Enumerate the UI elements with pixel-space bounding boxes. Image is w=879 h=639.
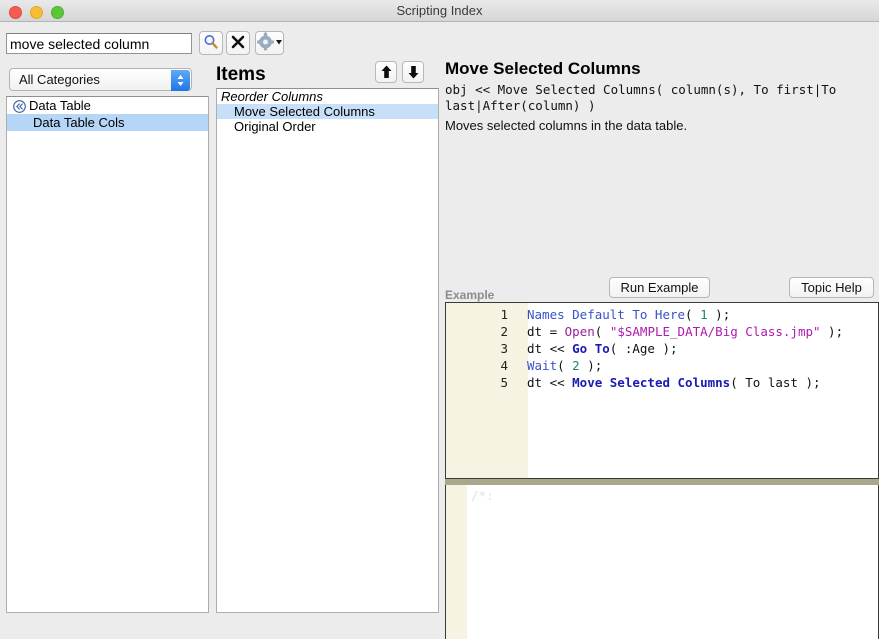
code-token: ); [579, 358, 603, 373]
code-line: 5 dt << Move Selected Columns( To last ); [446, 374, 878, 391]
run-example-button[interactable]: Run Example [609, 277, 710, 298]
search-button[interactable] [199, 31, 223, 55]
code-token: Open [564, 324, 595, 339]
category-tree-panel[interactable]: Data Table Data Table Cols [6, 96, 209, 613]
clear-search-button[interactable] [226, 31, 250, 55]
list-item-label: Reorder Columns [221, 89, 323, 104]
code-line-number: 5 [500, 375, 508, 390]
chevron-updown-icon[interactable] [171, 70, 190, 91]
code-token: Move Selected Columns [572, 375, 731, 390]
category-dropdown[interactable]: All Categories [9, 68, 192, 91]
arrow-down-icon [408, 66, 418, 79]
list-item[interactable]: Move Selected Columns [217, 104, 438, 119]
code-line: 3 dt << Go To( :Age ); [446, 340, 878, 357]
code-token: ( [557, 358, 573, 373]
gear-icon [257, 32, 282, 51]
log-gutter [446, 485, 467, 639]
topic-help-button[interactable]: Topic Help [789, 277, 874, 298]
list-item-label: Move Selected Columns [234, 104, 375, 119]
scripting-index-window: Scripting Index move selected column All… [0, 0, 879, 639]
x-icon [231, 35, 245, 49]
code-token: ); [820, 324, 844, 339]
detail-title: Move Selected Columns [445, 59, 641, 78]
code-token: ); [707, 307, 731, 322]
arrow-up-icon [381, 65, 391, 78]
tree-item-label: Data Table Cols [33, 115, 125, 130]
search-input[interactable] [6, 33, 192, 54]
code-lines: 1 Names Default To Here( 1 ); 2 dt = Open( … [446, 306, 878, 391]
items-panel-title: Items [216, 64, 266, 85]
move-down-button[interactable] [402, 61, 424, 83]
list-item-group[interactable]: Reorder Columns [217, 89, 438, 104]
detail-panel: Move Selected Columns obj << Move Select… [440, 22, 879, 639]
chevron-updown-glyph [177, 75, 184, 86]
code-token: dt = [527, 324, 565, 339]
code-token: ( [685, 307, 701, 322]
move-up-button[interactable] [375, 61, 397, 83]
code-token: dt << [527, 375, 573, 390]
tree-item-data-table[interactable]: Data Table [7, 97, 208, 114]
list-item-label: Original Order [234, 119, 316, 134]
code-token: 2 [572, 358, 580, 373]
code-token: ( :Age ); [609, 341, 678, 356]
code-line-number: 1 [500, 307, 508, 322]
code-token: dt << [527, 341, 573, 356]
code-token: Names Default To Here [527, 307, 686, 322]
detail-description: Moves selected columns in the data table… [445, 118, 688, 133]
items-list-panel[interactable]: Reorder Columns Move Selected Columns Or… [216, 88, 439, 613]
code-line-number: 3 [500, 341, 508, 356]
code-token: ( To last ); [730, 375, 821, 390]
window-title: Scripting Index [396, 3, 483, 18]
list-item[interactable]: Original Order [217, 119, 438, 134]
category-dropdown-value: All Categories [19, 72, 100, 87]
log-output-panel[interactable]: /*: [445, 485, 879, 639]
detail-signature: obj << Move Selected Columns( column(s),… [445, 82, 844, 113]
code-token: "$SAMPLE_DATA/Big Class.jmp" [609, 324, 821, 339]
code-line: 4 Wait( 2 ); [446, 357, 878, 374]
code-token: ( [594, 324, 610, 339]
code-line: 1 Names Default To Here( 1 ); [446, 306, 878, 323]
example-label: Example [445, 288, 495, 302]
magnifier-icon [204, 35, 218, 49]
tree-item-label: Data Table [29, 98, 91, 113]
log-watermark: /*: [471, 488, 494, 503]
code-line-number: 2 [500, 324, 508, 339]
double-chevron-left-icon [13, 100, 26, 117]
options-menu-button[interactable] [255, 31, 284, 55]
code-line: 2 dt = Open( "$SAMPLE_DATA/Big Class.jmp"… [446, 323, 878, 340]
code-token: Go To [572, 341, 610, 356]
example-code-editor[interactable]: 1 Names Default To Here( 1 ); 2 dt = Open( … [445, 302, 879, 479]
code-token: 1 [700, 307, 708, 322]
code-line-number: 4 [500, 358, 508, 373]
tree-item-data-table-cols[interactable]: Data Table Cols [7, 114, 208, 131]
code-token: Wait [527, 358, 558, 373]
title-bar: Scripting Index [0, 0, 879, 22]
